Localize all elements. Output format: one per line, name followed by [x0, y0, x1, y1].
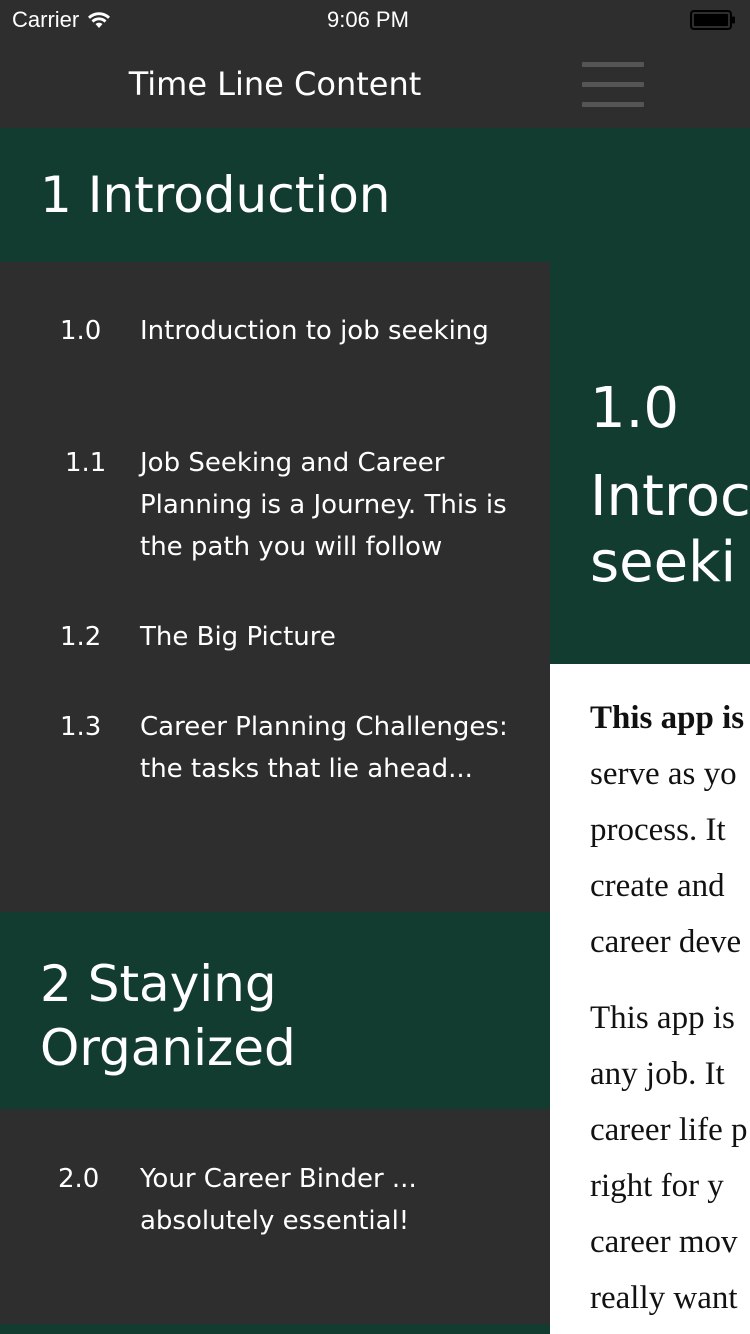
p2-line: career mov	[590, 1224, 738, 1260]
battery-icon	[690, 10, 736, 30]
p2-line: career life p	[590, 1112, 748, 1148]
p2-line: right for y	[590, 1168, 724, 1204]
section-header-introduction[interactable]: 1 Introduction	[0, 128, 550, 262]
status-bar: Carrier 9:06 PM	[0, 0, 750, 40]
p1-line: serve as yo	[590, 756, 737, 792]
hero-number: 1.0	[590, 376, 680, 441]
p2-line: This app is	[590, 1000, 735, 1036]
item-number: 1.2	[60, 622, 102, 652]
hero-heading-line1: Introc	[590, 464, 750, 529]
item-number: 2.0	[58, 1164, 100, 1194]
carrier-group: Carrier	[12, 7, 111, 33]
menu-icon[interactable]	[582, 62, 644, 108]
paragraph-1: This app is serve as yo process. It crea…	[590, 690, 750, 970]
section-header-staying-organized[interactable]: 2 Staying Organized	[0, 912, 550, 1109]
p1-line: process. It	[590, 812, 726, 848]
item-title: Your Career Binder ... absolutely essent…	[140, 1164, 417, 1236]
p1-line: career deve	[590, 924, 742, 960]
item-title: Introduction to job seeking	[140, 316, 489, 346]
p2-line: any job. It	[590, 1056, 725, 1092]
hero-heading-line2: seeki	[590, 530, 737, 595]
p2-line: really want	[590, 1280, 738, 1316]
item-number: 1.0	[60, 316, 102, 346]
item-title: The Big Picture	[140, 622, 336, 652]
item-title: Job Seeking and Career Planning is a Jou…	[140, 448, 507, 562]
sidebar: Time Line Content 1 Introduction 1.0 Int…	[0, 0, 550, 1334]
paragraph-2: This app is any job. It career life p ri…	[590, 990, 750, 1326]
wifi-icon	[87, 11, 111, 29]
p1-line: create and	[590, 868, 725, 904]
status-time: 9:06 PM	[327, 7, 409, 32]
item-title: Career Planning Challenges: the tasks th…	[140, 712, 508, 784]
content-hero: 1.0 Introc seeki	[550, 128, 750, 664]
sidebar-title: Time Line Content	[0, 40, 550, 128]
next-section-header-edge	[0, 1324, 550, 1334]
content-body: This app is serve as yo process. It crea…	[590, 690, 750, 1334]
item-number: 1.1	[65, 448, 107, 478]
carrier-label: Carrier	[12, 7, 80, 32]
item-number: 1.3	[60, 712, 102, 742]
paragraph-1-bold: This app is	[590, 700, 745, 736]
content-panel: 1.0 Introc seeki This app is serve as yo…	[550, 0, 750, 1334]
hero-heading: Introc seeki	[590, 464, 750, 596]
